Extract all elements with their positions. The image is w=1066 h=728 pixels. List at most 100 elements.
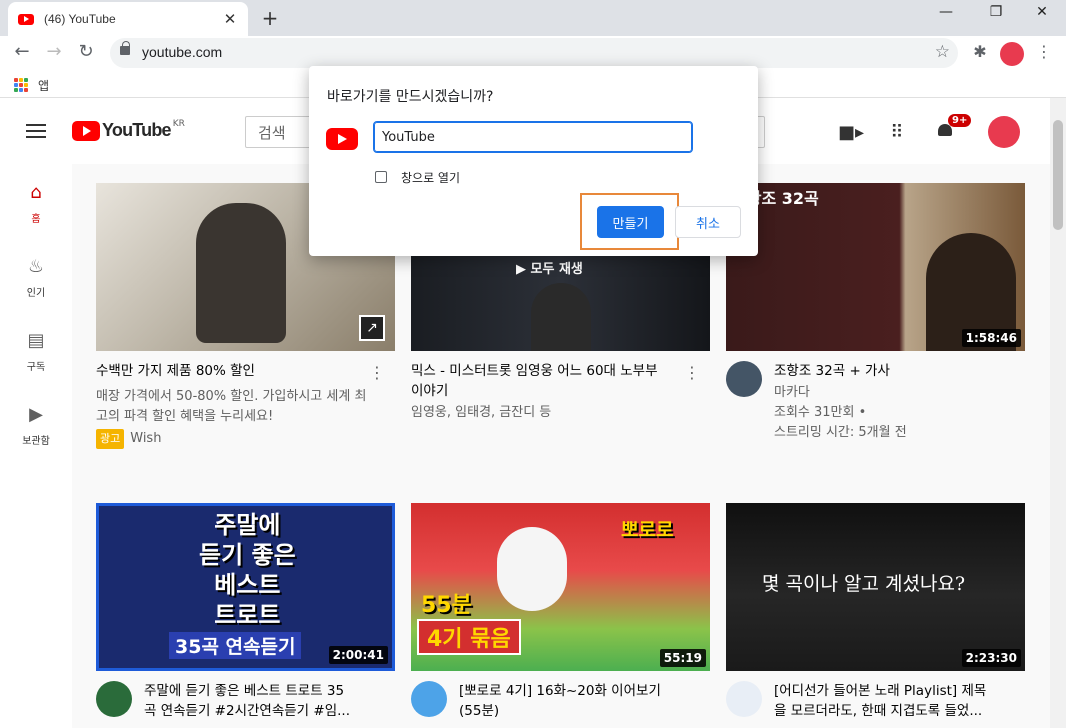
sidebar-item-label: 인기 [26, 288, 46, 299]
notification-badge: 9+ [948, 114, 972, 127]
cancel-button[interactable]: 취소 [675, 206, 741, 238]
profile-avatar[interactable] [1000, 42, 1024, 66]
create-shortcut-dialog: 바로가기를 만드시겠습니까? 창으로 열기 만들기 취소 [309, 66, 758, 256]
lock-icon [120, 41, 130, 55]
video-card[interactable]: 몇 곡이나 알고 계셨나요? 2:23:30 [어디선가 들어본 노래 Play… [726, 503, 1025, 721]
reload-button[interactable]: ↻ [74, 41, 98, 62]
channel-avatar[interactable] [96, 681, 132, 717]
youtube-favicon-icon [18, 13, 34, 25]
video-duration: 1:58:46 [961, 329, 1021, 347]
video-duration: 2:00:41 [328, 646, 388, 664]
extensions-icon[interactable]: ✱ [968, 42, 992, 61]
thumbnail-person [531, 283, 591, 351]
minimize-button[interactable]: — [926, 4, 966, 20]
apps-label[interactable]: 앱 [38, 77, 49, 94]
view-count: 조회수 31만회 • [774, 405, 867, 420]
video-thumbnail[interactable]: 주말에 듣기 좋은 베스트 트로트 35곡 연속듣기 2:00:41 [96, 503, 395, 671]
more-options-icon[interactable]: ⋮ [684, 363, 700, 382]
channel-avatar[interactable] [411, 681, 447, 717]
channel-name[interactable]: 임영웅, 임태경, 금잔디 등 [411, 403, 710, 423]
home-icon: ⌂ [30, 182, 42, 203]
video-title[interactable]: 수백만 가지 제품 80% 할인 [96, 361, 395, 381]
menu-icon[interactable] [26, 124, 46, 142]
channel-name[interactable]: Wish [130, 431, 161, 446]
sidebar-item-subscriptions[interactable]: ▤ 구독 [0, 330, 72, 373]
video-title[interactable]: [뽀로로 4기] 16화~20화 이어보기 [459, 681, 710, 701]
address-bar[interactable]: youtube.com ☆ [110, 38, 958, 68]
video-card[interactable]: 뽀로로 55분 4기 묶음 55:19 [뽀로로 4기] 16화~20화 이어보… [411, 503, 710, 721]
create-video-icon[interactable]: ■▸ [838, 122, 864, 143]
logo-text: YouTube [102, 120, 172, 140]
forward-button[interactable]: → [42, 41, 66, 62]
sidebar-item-library[interactable]: ▶ 보관함 [0, 404, 72, 447]
search-placeholder: 검색 [258, 124, 286, 142]
sidebar-item-trending[interactable]: ♨ 인기 [0, 256, 72, 299]
thumbnail-subtext: 35곡 연속듣기 [169, 632, 302, 659]
open-as-window-checkbox[interactable] [375, 171, 387, 183]
video-thumbnail[interactable]: 조항조 32곡 1:58:46 [726, 183, 1025, 351]
video-card[interactable]: 조항조 32곡 1:58:46 조항조 32곡 + 가사 마카다 조회수 31만… [726, 183, 1025, 443]
thumbnail-text: 몇 곡이나 알고 계셨나요? [762, 573, 966, 595]
youtube-logo[interactable]: YouTube KR [72, 118, 185, 141]
ad-badge: 광고 [96, 429, 125, 449]
channel-avatar[interactable] [726, 681, 762, 717]
video-title[interactable]: 믹스 - 미스터트롯 임영웅 어느 60대 노부부 [411, 361, 710, 381]
channel-avatar[interactable] [726, 361, 762, 397]
notifications-bell-icon[interactable]: 9+ [936, 114, 972, 140]
thumbnail-text: 55분 [421, 593, 472, 618]
open-as-window-label[interactable]: 창으로 열기 [401, 169, 460, 186]
stream-age: 스트리밍 시간: 5개월 전 [774, 425, 907, 440]
close-tab-icon[interactable]: ✕ [222, 10, 238, 28]
video-duration: 55:19 [659, 649, 706, 667]
bookmark-star-icon[interactable]: ☆ [935, 42, 950, 62]
library-icon: ▶ [29, 404, 43, 425]
sidebar-item-label: 보관함 [22, 436, 50, 447]
apps-grid-icon[interactable] [14, 78, 28, 92]
create-button[interactable]: 만들기 [597, 206, 664, 238]
shortcut-name-input[interactable] [373, 121, 693, 153]
account-avatar[interactable] [988, 116, 1020, 148]
ad-description-2: 고의 파격 할인 혜택을 누리세요! [96, 409, 274, 424]
thumbnail-character [497, 527, 567, 611]
tab-title: (46) YouTube [44, 12, 116, 26]
thumbnail-subtext: 4기 묶음 [417, 619, 521, 655]
ad-description: 매장 가격에서 50-80% 할인. 가입하시고 세계 최 [96, 389, 367, 404]
video-title-2[interactable]: 을 모르더라도, 한때 지겹도록 들었... [774, 701, 1025, 721]
browser-tab-strip: (46) YouTube ✕ + — ❐ ✕ [0, 0, 1066, 36]
sidebar: ⌂ 홈 ♨ 인기 ▤ 구독 ▶ 보관함 [0, 164, 72, 728]
video-title-2[interactable]: (55분) [459, 701, 710, 721]
external-link-icon[interactable]: ↗ [359, 315, 385, 341]
sidebar-item-home[interactable]: ⌂ 홈 [0, 182, 72, 225]
play-all-overlay[interactable]: ▶ 모두 재생 [516, 258, 583, 277]
close-window-button[interactable]: ✕ [1022, 4, 1062, 20]
browser-tab[interactable]: (46) YouTube ✕ [8, 2, 248, 36]
more-options-icon[interactable]: ⋮ [369, 363, 385, 382]
video-title[interactable]: 주말에 듣기 좋은 베스트 트로트 35 [144, 681, 395, 701]
video-title[interactable]: 조항조 32곡 + 가사 [774, 361, 1025, 381]
video-duration: 2:23:30 [961, 649, 1021, 667]
youtube-app-icon [326, 128, 358, 150]
new-tab-button[interactable]: + [258, 6, 282, 30]
thumbnail-logo-text: 뽀로로 [621, 519, 674, 541]
video-title-2[interactable]: 이야기 [411, 381, 710, 401]
logo-region: KR [172, 118, 185, 129]
browser-toolbar: ← → ↻ youtube.com ☆ ✱ ⋮ [0, 36, 1066, 70]
subscriptions-icon: ▤ [27, 330, 45, 351]
flame-icon: ♨ [27, 256, 45, 277]
channel-name[interactable]: 마카다 [774, 383, 1025, 403]
page-scrollbar[interactable] [1050, 98, 1066, 728]
sidebar-item-label: 구독 [26, 362, 46, 373]
back-button[interactable]: ← [10, 41, 34, 62]
maximize-button[interactable]: ❐ [976, 4, 1016, 20]
video-title-2[interactable]: 곡 연속듣기 #2시간연속듣기 #임... [144, 701, 395, 721]
video-thumbnail[interactable]: 뽀로로 55분 4기 묶음 55:19 [411, 503, 710, 671]
chrome-menu-icon[interactable]: ⋮ [1032, 42, 1056, 61]
video-title[interactable]: [어디선가 들어본 노래 Playlist] 제목 [774, 681, 1025, 701]
video-thumbnail[interactable]: 몇 곡이나 알고 계셨나요? 2:23:30 [726, 503, 1025, 671]
apps-icon[interactable]: ⠿ [885, 122, 909, 143]
url-text: youtube.com [142, 44, 223, 60]
dialog-question: 바로가기를 만드시겠습니까? [327, 89, 494, 105]
video-card[interactable]: 주말에 듣기 좋은 베스트 트로트 35곡 연속듣기 2:00:41 주말에 듣기 좋… [96, 503, 395, 721]
youtube-play-icon [72, 120, 100, 141]
thumbnail-person [196, 203, 286, 343]
